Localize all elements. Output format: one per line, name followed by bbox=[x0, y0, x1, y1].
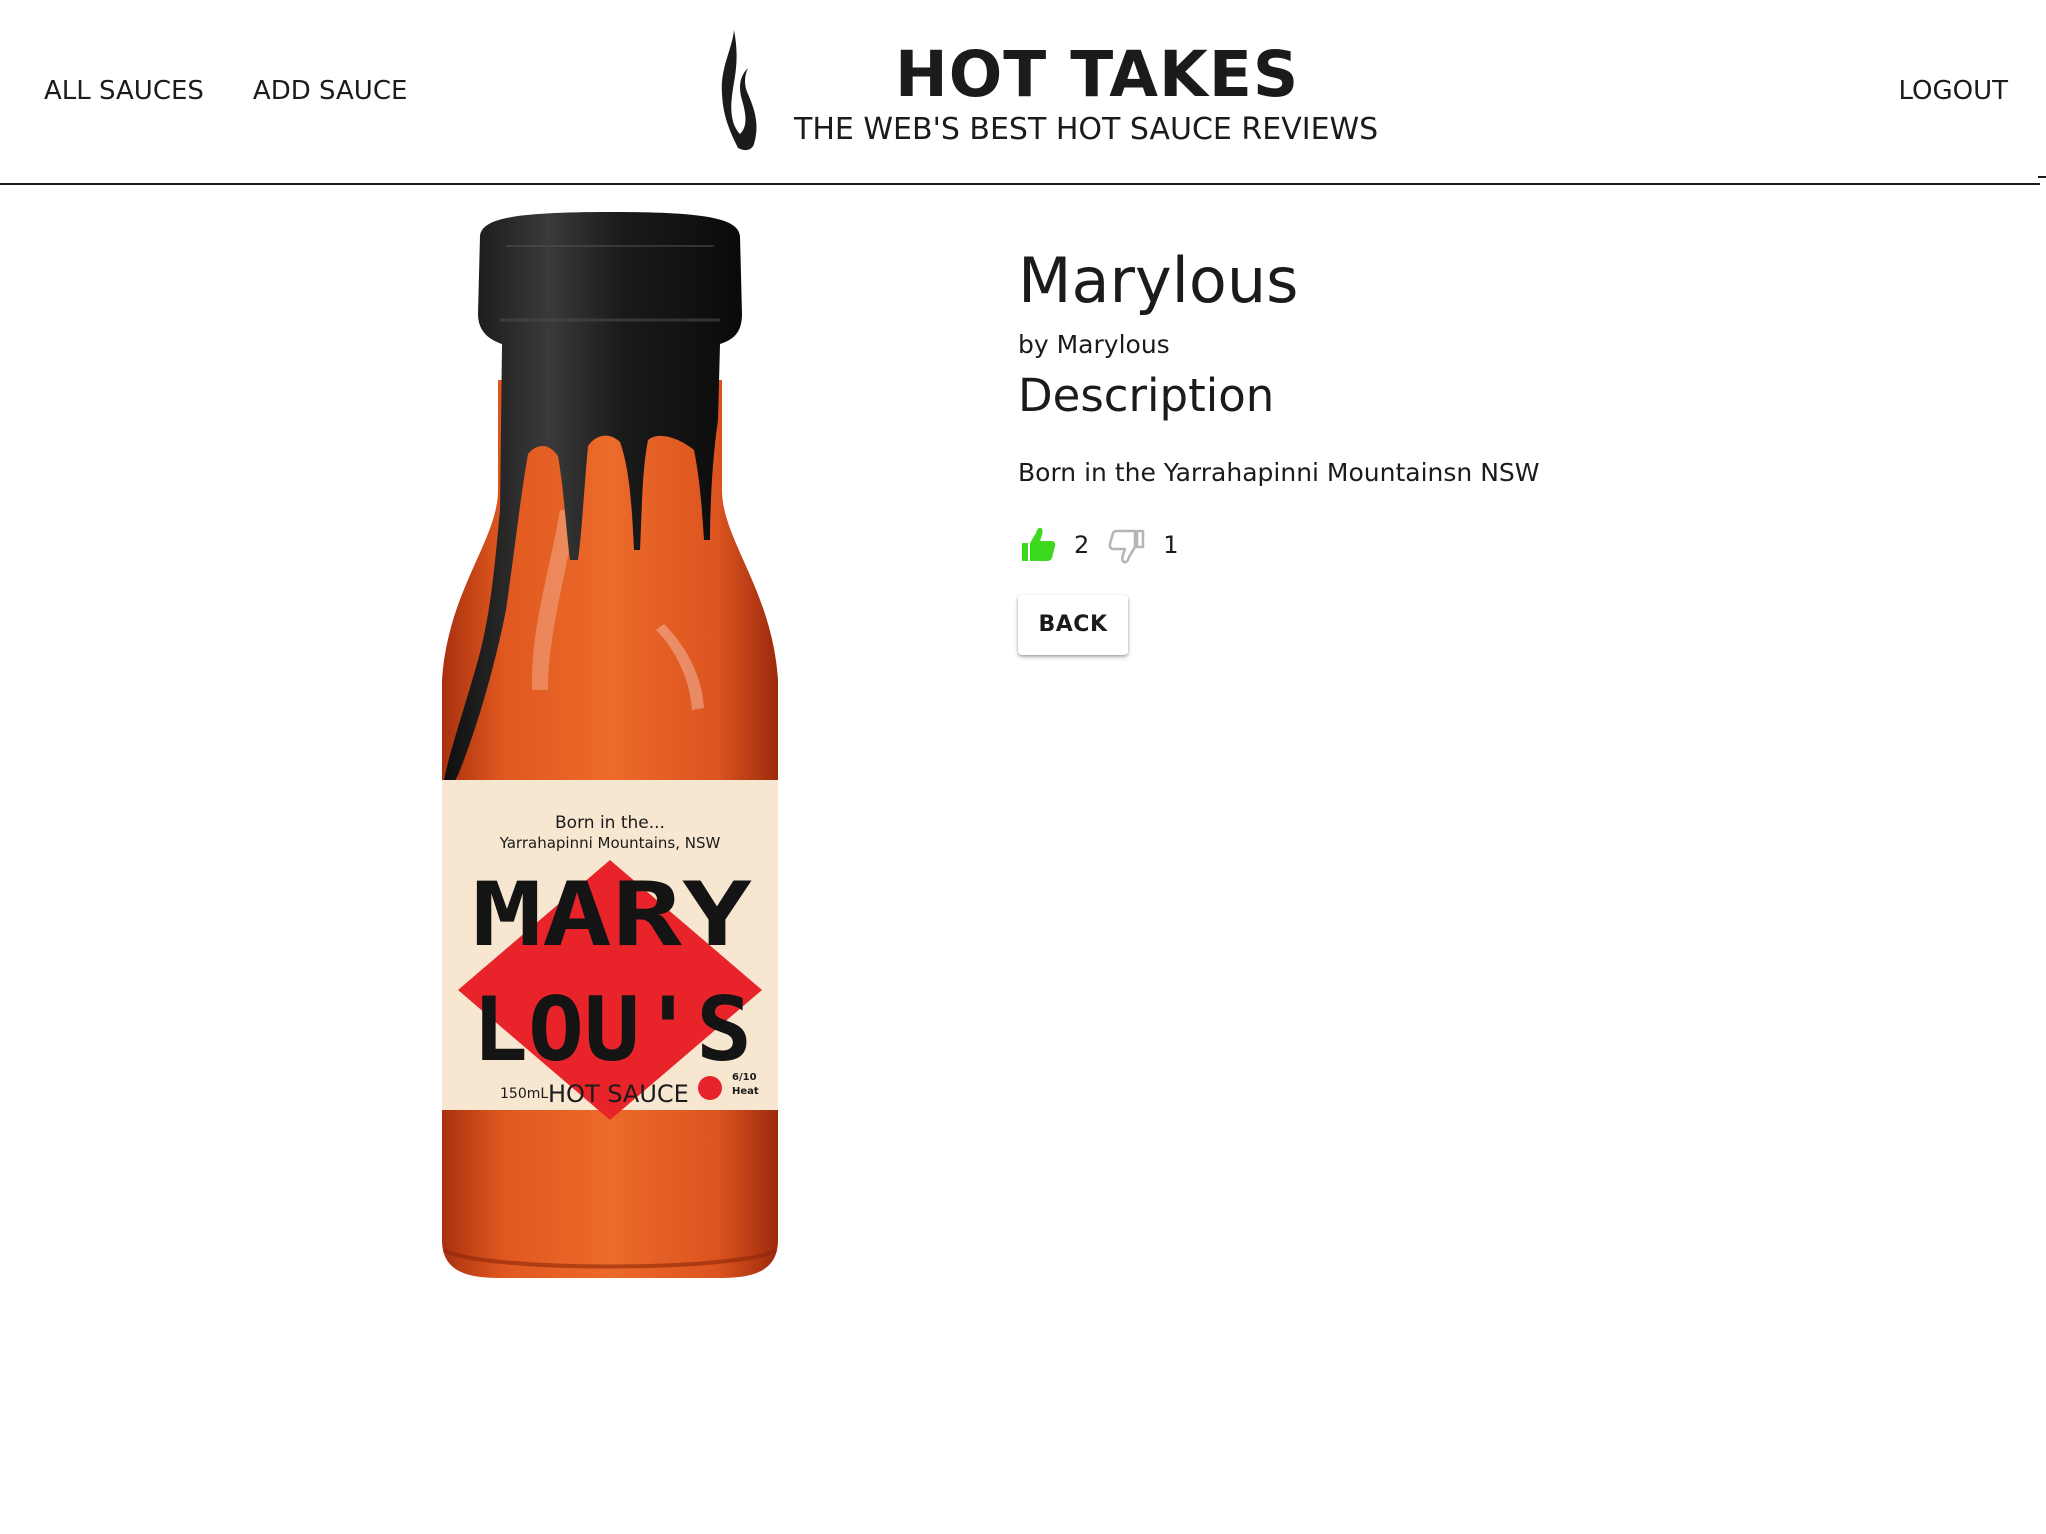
thumbs-down-icon[interactable] bbox=[1107, 525, 1147, 565]
dislike-count: 1 bbox=[1163, 530, 1179, 559]
thumbs-up-icon[interactable] bbox=[1018, 525, 1058, 565]
like-count: 2 bbox=[1074, 530, 1090, 559]
sauce-image: Born in the... Yarrahapinni Mountains, N… bbox=[420, 210, 800, 1290]
main-nav: ALL SAUCES ADD SAUCE bbox=[44, 76, 456, 106]
description-heading: Description bbox=[1018, 369, 1275, 422]
sauce-manufacturer: by Marylous bbox=[1018, 330, 1170, 359]
label-type: HOT SAUCE bbox=[548, 1080, 689, 1108]
sauce-name: Marylous bbox=[1018, 244, 1299, 317]
like-button[interactable]: 2 bbox=[1018, 525, 1107, 565]
brand-subtitle: THE WEB'S BEST HOT SAUCE REVIEWS bbox=[794, 112, 1379, 147]
user-nav: LOGOUT bbox=[1898, 76, 2008, 106]
header-divider-tick bbox=[2038, 176, 2046, 178]
label-chili-icon bbox=[698, 1076, 722, 1100]
brand-title: HOT TAKES bbox=[895, 38, 1300, 111]
label-brand-line1: MARY bbox=[472, 863, 752, 966]
brand-logo: HOT TAKES THE WEB'S BEST HOT SAUCE REVIE… bbox=[718, 28, 1378, 156]
label-heat-line2: Heat bbox=[732, 1086, 759, 1097]
nav-all-sauces-link[interactable]: ALL SAUCES bbox=[44, 76, 204, 106]
sauce-description: Born in the Yarrahapinni Mountainsn NSW bbox=[1018, 457, 1540, 487]
hot-sauce-bottle-image: Born in the... Yarrahapinni Mountains, N… bbox=[442, 212, 778, 1278]
site-header: ALL SAUCES ADD SAUCE HOT TAKES THE WEB'S… bbox=[0, 0, 2040, 185]
flame-icon bbox=[721, 30, 757, 151]
nav-add-sauce-link[interactable]: ADD SAUCE bbox=[253, 76, 407, 106]
dislike-button[interactable]: 1 bbox=[1107, 525, 1196, 565]
logout-link[interactable]: LOGOUT bbox=[1898, 76, 2008, 106]
label-tagline-line2: Yarrahapinni Mountains, NSW bbox=[499, 834, 721, 852]
page: ALL SAUCES ADD SAUCE HOT TAKES THE WEB'S… bbox=[0, 0, 2046, 1534]
back-button[interactable]: BACK bbox=[1018, 594, 1128, 655]
sauce-details: Marylous by Marylous Description Born in… bbox=[1018, 250, 1918, 655]
vote-bar: 2 1 bbox=[1018, 523, 1918, 567]
label-brand-line2: LOU'S bbox=[472, 978, 752, 1081]
label-tagline-line1: Born in the... bbox=[555, 813, 665, 833]
label-heat-line1: 6/10 bbox=[732, 1072, 757, 1083]
label-volume: 150mL bbox=[500, 1086, 548, 1102]
